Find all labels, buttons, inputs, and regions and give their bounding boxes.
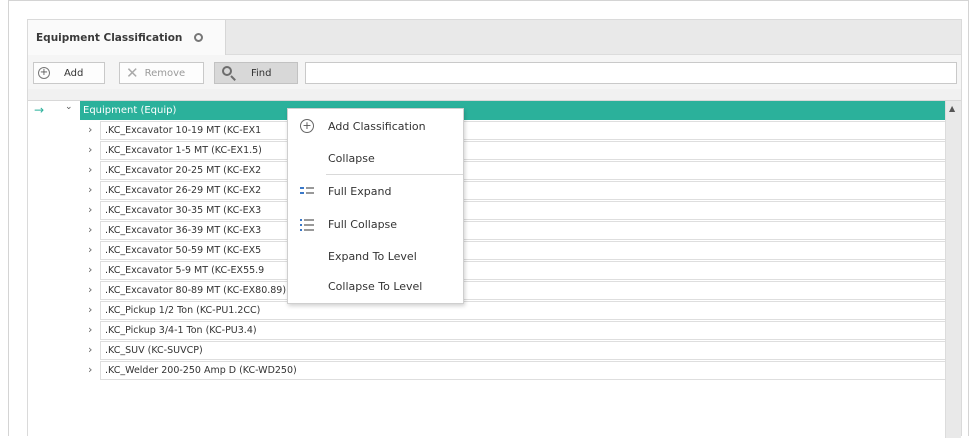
- menu-separator: [326, 174, 463, 175]
- tree-row-label: .KC_SUV (KC-SUVCP): [100, 341, 946, 360]
- chevron-right-icon[interactable]: ›: [88, 123, 92, 136]
- tree-row[interactable]: › .KC_Excavator 50-59 MT (KC-EX5: [28, 240, 946, 260]
- chevron-right-icon[interactable]: ›: [88, 303, 92, 316]
- tree-row[interactable]: › .KC_Welder 200-250 Amp D (KC-WD250): [28, 360, 946, 380]
- tree-row-label: .KC_Excavator 20-25 MT (KC-EX2: [100, 161, 946, 180]
- chevron-right-icon[interactable]: ›: [88, 283, 92, 296]
- close-icon: ✕: [126, 64, 139, 82]
- tree-row[interactable]: › .KC_Excavator 20-25 MT (KC-EX2: [28, 160, 946, 180]
- tree-root-row[interactable]: → ⌄ Equipment (Equip): [28, 101, 946, 120]
- search-icon: [221, 65, 237, 81]
- context-menu: + Add Classification Collapse Full Expan…: [287, 108, 464, 304]
- full-collapse-icon: [300, 217, 314, 231]
- menu-item-label: Full Expand: [328, 184, 392, 198]
- toolbar: + Add ✕ Remove Find: [28, 55, 961, 89]
- chevron-right-icon[interactable]: ›: [88, 243, 92, 256]
- tree-row[interactable]: › .KC_Pickup 3/4-1 Ton (KC-PU3.4): [28, 320, 946, 340]
- current-row-arrow-icon: →: [34, 103, 45, 117]
- menu-item-collapse[interactable]: Collapse: [288, 143, 463, 173]
- add-button-label: Add: [64, 67, 84, 79]
- chevron-right-icon[interactable]: ›: [88, 263, 92, 276]
- menu-item-full-expand[interactable]: Full Expand: [288, 176, 463, 206]
- tree-row[interactable]: › .KC_Excavator 80-89 MT (KC-EX80.89): [28, 280, 946, 300]
- menu-item-label: Expand To Level: [328, 249, 417, 263]
- tree-row-label: .KC_Pickup 3/4-1 Ton (KC-PU3.4): [100, 321, 946, 340]
- menu-item-label: Full Collapse: [328, 217, 398, 231]
- remove-button[interactable]: ✕ Remove: [119, 62, 204, 84]
- chevron-right-icon[interactable]: ›: [88, 363, 92, 376]
- menu-item-label: Add Classification: [328, 119, 426, 133]
- find-button[interactable]: Find: [214, 62, 298, 84]
- tree-root-label: Equipment (Equip): [80, 101, 946, 120]
- tree-row-label: .KC_Excavator 10-19 MT (KC-EX1: [100, 121, 946, 140]
- chevron-right-icon[interactable]: ›: [88, 203, 92, 216]
- add-button[interactable]: + Add: [33, 62, 105, 84]
- chevron-right-icon[interactable]: ›: [88, 163, 92, 176]
- menu-item-add-classification[interactable]: + Add Classification: [288, 111, 463, 141]
- tab-bar: Equipment Classification: [28, 20, 961, 55]
- tree-row[interactable]: › .KC_Excavator 26-29 MT (KC-EX2: [28, 180, 946, 200]
- tree-row[interactable]: › .KC_Excavator 30-35 MT (KC-EX3: [28, 200, 946, 220]
- tree-row-label: .KC_Welder 200-250 Amp D (KC-WD250): [100, 361, 946, 380]
- classification-tree-grid: → ⌄ Equipment (Equip) › .KC_Excavator 10-…: [28, 100, 961, 438]
- tree-row[interactable]: › .KC_Pickup 1/2 Ton (KC-PU1.2CC): [28, 300, 946, 320]
- tab-equipment-classification[interactable]: Equipment Classification: [28, 20, 226, 55]
- tree-row-label: .KC_Excavator 1-5 MT (KC-EX1.5): [100, 141, 946, 160]
- tree-row-label: .KC_Excavator 5-9 MT (KC-EX55.9: [100, 261, 946, 280]
- chevron-right-icon[interactable]: ›: [88, 143, 92, 156]
- chevron-right-icon[interactable]: ›: [88, 323, 92, 336]
- tree-row[interactable]: › .KC_Excavator 36-39 MT (KC-EX3: [28, 220, 946, 240]
- plus-circle-icon: +: [38, 67, 50, 79]
- tree-row-label: .KC_Excavator 50-59 MT (KC-EX5: [100, 241, 946, 260]
- tree-row[interactable]: › .KC_SUV (KC-SUVCP): [28, 340, 946, 360]
- tab-close-icon[interactable]: [194, 33, 204, 42]
- chevron-right-icon[interactable]: ›: [88, 223, 92, 236]
- tree-row[interactable]: › .KC_Excavator 10-19 MT (KC-EX1: [28, 120, 946, 140]
- vertical-scrollbar[interactable]: ▲: [945, 101, 961, 438]
- tree-row-label: .KC_Excavator 30-35 MT (KC-EX3: [100, 201, 946, 220]
- tab-title: Equipment Classification: [36, 31, 183, 44]
- menu-item-collapse-to-level[interactable]: Collapse To Level: [288, 271, 463, 301]
- chevron-down-icon[interactable]: ⌄: [65, 102, 73, 112]
- scroll-up-arrow-icon[interactable]: ▲: [949, 104, 955, 113]
- remove-button-label: Remove: [144, 67, 186, 79]
- full-expand-icon: [300, 184, 314, 198]
- plus-circle-icon: +: [300, 119, 314, 133]
- tree-row[interactable]: › .KC_Excavator 1-5 MT (KC-EX1.5): [28, 140, 946, 160]
- tree-row-label: .KC_Pickup 1/2 Ton (KC-PU1.2CC): [100, 301, 946, 320]
- find-button-label: Find: [251, 67, 272, 79]
- chevron-right-icon[interactable]: ›: [88, 183, 92, 196]
- tree-row-label: .KC_Excavator 26-29 MT (KC-EX2: [100, 181, 946, 200]
- tree-row-label: .KC_Excavator 80-89 MT (KC-EX80.89): [100, 281, 946, 300]
- tree-row-label: .KC_Excavator 36-39 MT (KC-EX3: [100, 221, 946, 240]
- menu-item-label: Collapse: [328, 151, 375, 165]
- chevron-right-icon[interactable]: ›: [88, 343, 92, 356]
- menu-item-expand-to-level[interactable]: Expand To Level: [288, 241, 463, 271]
- equipment-classification-panel: Equipment Classification + Add ✕ Remove …: [27, 19, 962, 438]
- search-input[interactable]: [305, 62, 957, 84]
- menu-item-full-collapse[interactable]: Full Collapse: [288, 209, 463, 239]
- tree-row[interactable]: › .KC_Excavator 5-9 MT (KC-EX55.9: [28, 260, 946, 280]
- menu-item-label: Collapse To Level: [328, 279, 423, 293]
